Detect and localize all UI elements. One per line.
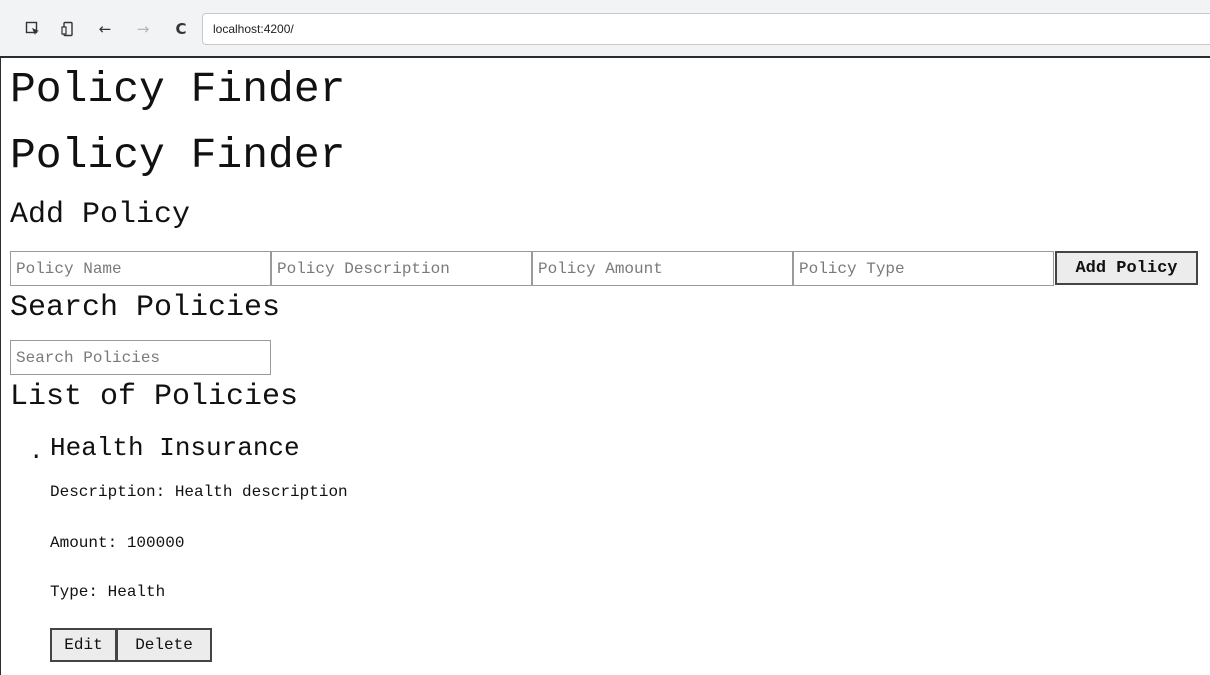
search-policies-heading: Search Policies [10,291,281,325]
policy-name: Health Insurance [50,433,300,463]
type-value: Health [107,583,166,601]
list-of-policies-heading: List of Policies [10,380,299,414]
inspect-cursor-icon[interactable] [22,18,44,40]
edit-button[interactable]: Edit [50,628,117,662]
delete-button[interactable]: Delete [116,628,212,662]
policy-description-row: Description: Health description [50,482,348,502]
reload-icon[interactable]: C [170,18,192,40]
type-label: Type: [50,583,99,601]
add-policy-heading: Add Policy [10,198,191,232]
search-policies-input[interactable] [10,340,271,375]
policy-amount-row: Amount: 100000 [50,533,184,553]
description-value: Health description [174,483,348,501]
list-bullet: . [29,439,44,466]
forward-arrow-icon[interactable]: → [132,18,154,40]
policy-description-input[interactable] [271,251,532,286]
page-title: Policy Finder [10,131,346,180]
app-title: Policy Finder [10,65,346,114]
back-arrow-icon[interactable]: ← [94,18,116,40]
policy-type-row: Type: Health [50,582,165,602]
address-bar-url: localhost:4200/ [213,22,294,36]
description-label: Description: [50,483,166,501]
browser-toolbar: ← → C localhost:4200/ [0,0,1210,56]
policy-amount-input[interactable] [532,251,793,286]
amount-value: 100000 [126,534,185,552]
device-toggle-icon[interactable] [58,18,80,40]
page-top-border [0,56,1210,58]
policy-name-input[interactable] [10,251,271,286]
address-bar[interactable]: localhost:4200/ [202,13,1210,45]
policy-type-input[interactable] [793,251,1054,286]
page-left-border [0,56,1,675]
add-policy-button[interactable]: Add Policy [1055,251,1198,285]
amount-label: Amount: [50,534,118,552]
